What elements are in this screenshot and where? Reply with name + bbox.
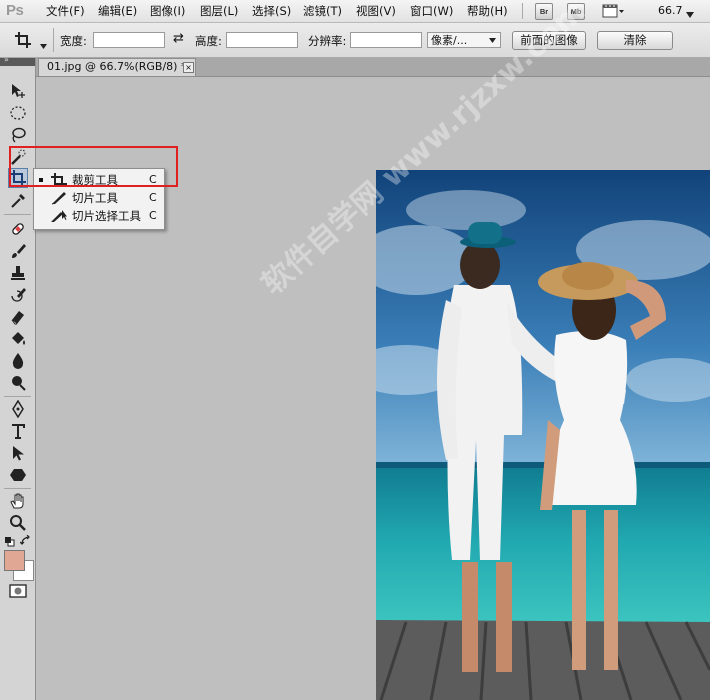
crop-preset-icon[interactable]: [14, 31, 34, 52]
menu-filter[interactable]: 滤镜(T): [303, 0, 342, 22]
document-tab-strip: 01.jpg @ 66.7%(RGB/8) * ×: [0, 58, 710, 77]
flyout-item-shortcut: C: [149, 209, 157, 222]
swap-colors-icon[interactable]: [19, 534, 32, 550]
toolbox-divider: [4, 488, 31, 489]
width-input[interactable]: [93, 32, 165, 48]
slice-select-icon: [50, 208, 68, 224]
menu-help[interactable]: 帮助(H): [467, 0, 508, 22]
menu-layer[interactable]: 图层(L): [200, 0, 238, 22]
options-bar: 宽度: ⇄ 高度: 分辨率: 像素/... 前面的图像 清除: [0, 23, 710, 58]
zoom-value[interactable]: 66.7: [658, 0, 683, 22]
brush-icon[interactable]: [9, 242, 27, 260]
quick-mask-icon[interactable]: [9, 584, 27, 601]
menu-edit[interactable]: 编辑(E): [98, 0, 137, 22]
menu-bar: Ps 文件(F) 编辑(E) 图像(I) 图层(L) 选择(S) 滤镜(T) 视…: [0, 0, 710, 23]
arrange-documents-icon[interactable]: [602, 3, 624, 22]
height-input[interactable]: [226, 32, 298, 48]
flyout-item-slice[interactable]: 切片工具 C: [34, 189, 164, 207]
toolbox-header[interactable]: »: [0, 55, 35, 66]
menu-window[interactable]: 窗口(W): [410, 0, 453, 22]
slice-icon: [50, 190, 68, 206]
toolbox-divider: [4, 214, 31, 215]
photo-image: [376, 170, 710, 700]
eyedropper-icon[interactable]: [9, 192, 27, 210]
resolution-input[interactable]: [350, 32, 422, 48]
lasso-icon[interactable]: [9, 126, 27, 144]
clear-button[interactable]: 清除: [597, 31, 673, 50]
default-colors-icon[interactable]: [4, 536, 15, 550]
menu-divider: [522, 3, 523, 19]
document-canvas[interactable]: [376, 170, 710, 700]
options-divider: [53, 28, 54, 52]
annotation-highlight-box: [9, 146, 178, 187]
foreground-color-swatch[interactable]: [4, 550, 25, 571]
eraser-icon[interactable]: [9, 308, 27, 326]
menu-image[interactable]: 图像(I): [150, 0, 185, 22]
menu-view[interactable]: 视图(V): [356, 0, 396, 22]
history-brush-icon[interactable]: [9, 286, 27, 304]
flyout-item-slice-select[interactable]: 切片选择工具 C: [34, 207, 164, 225]
preset-dropdown-icon[interactable]: [40, 38, 47, 52]
zoom-icon[interactable]: [9, 514, 27, 532]
marquee-icon[interactable]: [9, 104, 27, 122]
menu-file[interactable]: 文件(F): [46, 0, 85, 22]
toolbox-divider: [4, 396, 31, 397]
resolution-label: 分辨率:: [308, 34, 347, 48]
shape-icon[interactable]: [9, 466, 27, 484]
menu-select[interactable]: 选择(S): [252, 0, 291, 22]
healing-brush-icon[interactable]: [9, 220, 27, 238]
resolution-unit-select[interactable]: 像素/...: [427, 32, 501, 48]
height-label: 高度:: [195, 34, 222, 48]
clone-stamp-icon[interactable]: [9, 264, 27, 282]
move-icon[interactable]: [9, 82, 27, 100]
swap-dimensions-icon[interactable]: ⇄: [173, 31, 184, 46]
document-tab-title: 01.jpg @ 66.7%(RGB/8) *: [47, 60, 187, 73]
zoom-dropdown-icon[interactable]: [686, 7, 694, 21]
collapse-icon[interactable]: »: [4, 55, 9, 64]
close-icon[interactable]: ×: [183, 62, 194, 73]
paint-bucket-icon[interactable]: [9, 330, 27, 348]
flyout-item-label: 切片选择工具: [72, 209, 141, 223]
hand-icon[interactable]: [9, 492, 27, 510]
document-tab[interactable]: 01.jpg @ 66.7%(RGB/8) * ×: [38, 58, 196, 76]
app-logo: Ps: [6, 2, 24, 19]
unit-dropdown-icon: [489, 38, 496, 43]
resolution-unit-value: 像素/...: [431, 34, 468, 47]
type-icon[interactable]: [9, 422, 27, 440]
flyout-item-label: 切片工具: [72, 191, 118, 205]
path-select-icon[interactable]: [9, 444, 27, 462]
dodge-icon[interactable]: [9, 374, 27, 392]
flyout-item-shortcut: C: [149, 191, 157, 204]
blur-icon[interactable]: [9, 352, 27, 370]
pen-icon[interactable]: [9, 400, 27, 418]
width-label: 宽度:: [60, 34, 87, 48]
